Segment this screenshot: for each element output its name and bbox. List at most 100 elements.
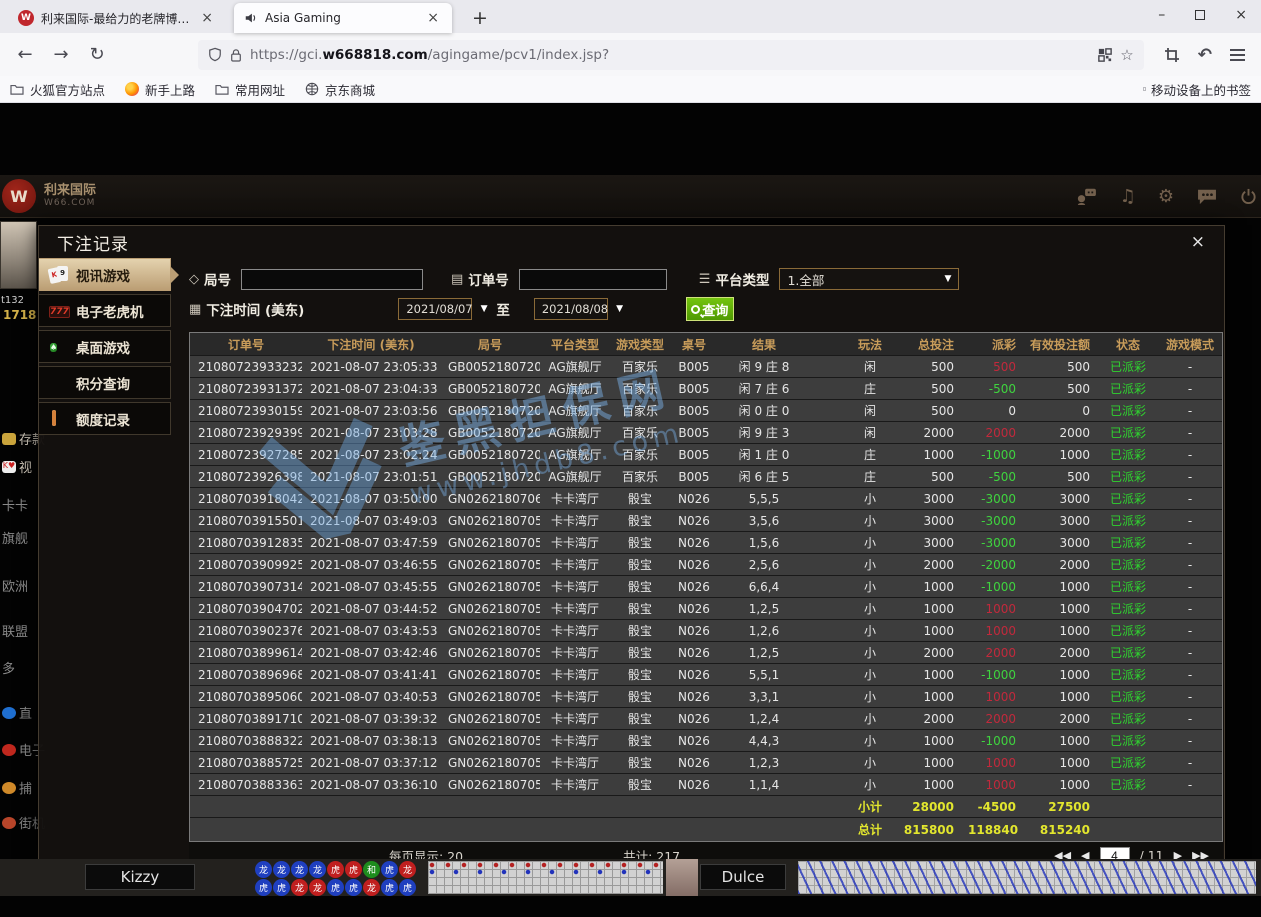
reload-button[interactable]: ↻: [82, 44, 112, 65]
cell-valid: 1000: [1026, 624, 1100, 638]
bg-menu-item[interactable]: 捕: [2, 778, 32, 797]
platform-type-select[interactable]: 1.全部▼: [779, 268, 959, 290]
cell-order: 210807039155013: [190, 514, 302, 528]
cell-mode: -: [1156, 558, 1224, 572]
back-button[interactable]: ←: [10, 44, 40, 65]
sidebar-item-video-games[interactable]: K9 视讯游戏: [39, 258, 171, 291]
forward-button[interactable]: →: [46, 44, 76, 65]
mobile-bookmarks[interactable]: 移动设备上的书签: [1143, 80, 1251, 99]
bg-menu-item[interactable]: 旗舰: [2, 528, 28, 547]
bookmark-item[interactable]: 京东商城: [305, 80, 375, 99]
menu-hamburger-icon[interactable]: [1230, 46, 1245, 64]
cell-game: 骰宝: [610, 754, 670, 771]
road-result-circle: 和: [363, 861, 380, 878]
cell-table: N026: [670, 734, 718, 748]
chat-icon[interactable]: [1196, 188, 1218, 205]
maximize-button[interactable]: [1195, 10, 1205, 20]
gear-icon[interactable]: ⚙: [1158, 186, 1174, 207]
cell-result: 1,1,4: [718, 778, 810, 792]
bg-menu-item[interactable]: 卡卡: [2, 495, 28, 514]
shield-icon[interactable]: [208, 47, 222, 62]
cell-result: 4,4,3: [718, 734, 810, 748]
cell-result: 1,2,4: [718, 712, 810, 726]
cell-order: 210807039099255: [190, 558, 302, 572]
cell-round: GN0262180705X: [440, 558, 540, 572]
tab-close-icon[interactable]: ×: [424, 10, 442, 26]
video-games-item[interactable]: K♥视: [2, 457, 32, 476]
chevron-down-icon: ▼: [616, 304, 623, 314]
close-window-button[interactable]: ×: [1235, 7, 1247, 23]
column-header: 玩法: [844, 336, 896, 353]
date-from-select[interactable]: 2021/08/07▼: [398, 298, 472, 320]
dealer-name-label[interactable]: Dulce: [700, 864, 786, 890]
column-header: 桌号: [670, 336, 718, 353]
cell-payout: 1000: [964, 778, 1026, 792]
cell-bet: 小: [844, 754, 896, 771]
column-header: 局号: [440, 336, 540, 353]
sidebar-item-quota-records[interactable]: 额度记录: [39, 402, 171, 435]
bookmark-item[interactable]: 新手上路: [125, 80, 195, 99]
bg-menu-item[interactable]: 欧洲: [2, 576, 28, 595]
power-icon[interactable]: [1240, 188, 1257, 205]
cell-mode: -: [1156, 712, 1224, 726]
cell-round: GB00521807204: [440, 448, 540, 462]
url-text[interactable]: https://gci.w668818.com/agingame/pcv1/in…: [250, 47, 1090, 63]
bg-menu-item[interactable]: 联盟: [2, 621, 28, 640]
cell-status: 已派彩: [1100, 402, 1156, 419]
query-button[interactable]: 查询: [686, 297, 734, 321]
new-tab-button[interactable]: +: [464, 7, 496, 33]
game-icon: [2, 817, 16, 829]
date-to-select[interactable]: 2021/08/08▼: [534, 298, 608, 320]
close-icon[interactable]: ×: [1187, 232, 1210, 252]
bookmarks-bar: 火狐官方站点 新手上路 常用网址 京东商城 移动设备上的书签: [0, 76, 1261, 103]
cell-mode: -: [1156, 536, 1224, 550]
total-row: 总计815800118840815240: [190, 818, 1222, 841]
lock-icon[interactable]: [230, 48, 242, 62]
bookmark-star-icon[interactable]: ☆: [1120, 46, 1133, 64]
cell-valid: 1000: [1026, 690, 1100, 704]
site-logo[interactable]: W 利来国际W66.COM: [2, 179, 96, 213]
tab-w88-site[interactable]: W 利来国际-最给力的老牌博彩网站 ×: [8, 3, 226, 33]
road-result-circle: 虎: [399, 879, 416, 896]
cell-round: GN0262180705N: [440, 778, 540, 792]
cell-total: 3000: [896, 514, 964, 528]
bg-menu-item[interactable]: 直: [2, 703, 32, 722]
cell-bet: 小: [844, 556, 896, 573]
table-row: 2108072392639852021-08-07 23:01:51GB0052…: [190, 466, 1222, 488]
clipboard-icon: ▤: [451, 272, 463, 287]
road-result-circle: 龙: [291, 861, 308, 878]
cell-status: 已派彩: [1100, 380, 1156, 397]
undo-arrow-icon[interactable]: ↶: [1198, 45, 1212, 65]
round-number-input[interactable]: [241, 269, 423, 290]
cell-table: N026: [670, 514, 718, 528]
cell-status: 已派彩: [1100, 644, 1156, 661]
url-bar[interactable]: https://gci.w668818.com/agingame/pcv1/in…: [198, 40, 1144, 70]
qr-code-icon[interactable]: [1098, 48, 1112, 62]
cell-status: 已派彩: [1100, 754, 1156, 771]
sidebar-item-table-games[interactable]: ♠ 桌面游戏: [39, 330, 171, 363]
chevron-down-icon: ▼: [481, 304, 488, 314]
bookmark-item[interactable]: 火狐官方站点: [10, 80, 105, 99]
tab-asia-gaming[interactable]: Asia Gaming ×: [234, 3, 452, 33]
cell-game: 骰宝: [610, 622, 670, 639]
music-icon[interactable]: ♫: [1120, 186, 1136, 207]
minimize-button[interactable]: –: [1158, 7, 1165, 23]
bg-menu-item[interactable]: 多: [2, 658, 15, 677]
cell-round: GN0262180705Y: [440, 536, 540, 550]
sidebar-item-slots[interactable]: 777 电子老虎机: [39, 294, 171, 327]
cell-game: 百家乐: [610, 424, 670, 441]
cell-game: 骰宝: [610, 600, 670, 617]
dealer-name-label[interactable]: Kizzy: [85, 864, 195, 890]
subtotal-row: 小计28000-450027500: [190, 796, 1222, 818]
order-number-input[interactable]: [519, 269, 667, 290]
cell-bet: 小: [844, 622, 896, 639]
bookmark-item[interactable]: 常用网址: [215, 80, 285, 99]
table-row: 2108070389506022021-08-07 03:40:53GN0262…: [190, 686, 1222, 708]
table-row: 2108070390992552021-08-07 03:46:55GN0262…: [190, 554, 1222, 576]
service-icon[interactable]: [1074, 187, 1098, 205]
cell-game: 骰宝: [610, 578, 670, 595]
road-result-circle: 龙: [309, 861, 326, 878]
screenshot-crop-icon[interactable]: [1164, 47, 1180, 63]
tab-close-icon[interactable]: ×: [198, 10, 216, 26]
sidebar-item-points-query[interactable]: 积分查询: [39, 366, 171, 399]
